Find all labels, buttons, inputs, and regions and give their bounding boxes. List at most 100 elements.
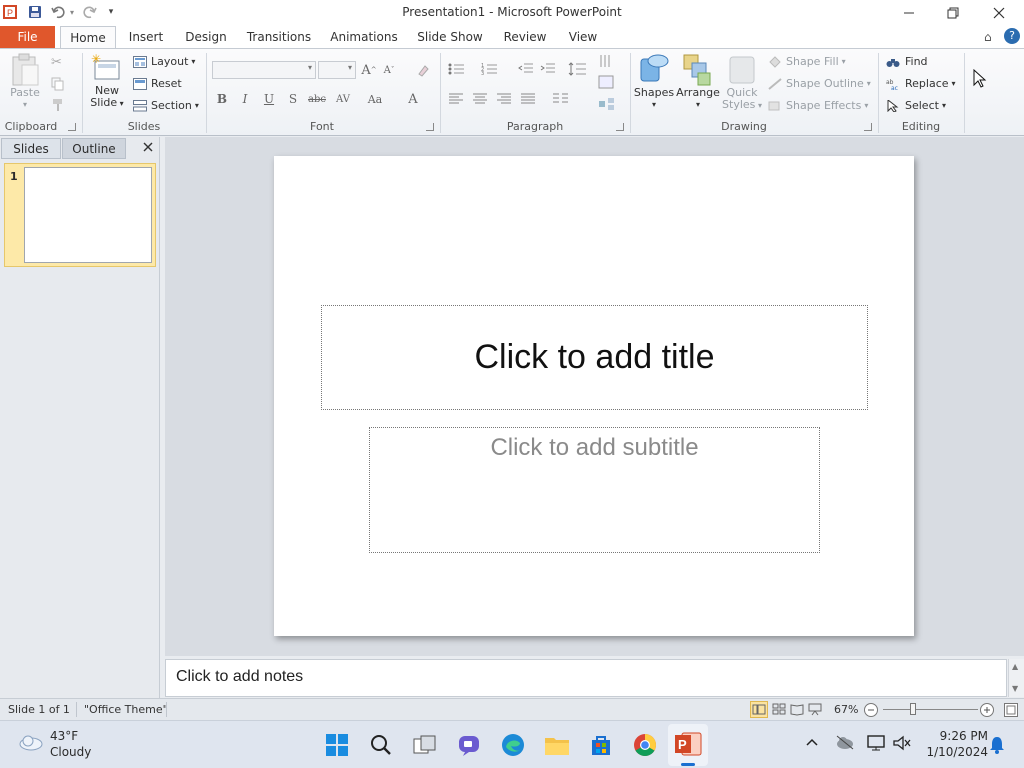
powerpoint-taskbar-button[interactable]: P [668,724,708,766]
text-direction-icon[interactable] [598,53,616,72]
shrink-font-button[interactable]: Aˇ [380,61,398,79]
numbering-icon[interactable]: 123 [481,63,499,78]
cloud-icon[interactable] [18,733,44,754]
tab-review[interactable]: Review [500,26,550,48]
decrease-indent-icon[interactable] [518,63,534,78]
underline-button[interactable]: U [260,90,278,108]
align-center-icon[interactable] [472,93,488,108]
theme-status[interactable]: "Office Theme" [84,703,168,716]
close-panel-icon[interactable] [141,140,155,157]
quick-styles-button[interactable]: Quick Styles ▾ [722,53,762,112]
zoom-slider-thumb[interactable] [910,703,917,715]
clock-date[interactable]: 1/10/2024 [922,745,988,759]
tab-slide-show[interactable]: Slide Show [414,26,486,48]
minimize-ribbon-icon[interactable]: ⌂ [984,30,992,44]
slide-sorter-icon[interactable] [772,702,786,719]
cut-icon[interactable]: ✂ [51,55,62,70]
reading-view-icon[interactable] [790,702,804,719]
tab-design[interactable]: Design [180,26,232,48]
text-shadow-button[interactable]: S [284,90,302,108]
weather-temp[interactable]: 43°F [50,729,78,743]
zoom-out-icon[interactable] [863,702,879,721]
minimize-icon[interactable] [886,0,932,26]
edge-icon[interactable] [499,731,527,759]
grow-font-button[interactable]: A ^ [360,61,378,79]
windows-start-icon[interactable] [323,731,351,759]
slide-canvas[interactable]: Click to add title Click to add subtitle [274,156,914,636]
smartart-icon[interactable] [598,97,616,114]
copy-icon[interactable] [51,77,65,94]
select-button[interactable]: Select ▾ [886,99,946,112]
section-button[interactable]: Section ▾ [133,99,199,112]
new-slide-button[interactable]: ✳ New Slide ▾ [86,53,128,110]
task-view-icon[interactable] [411,731,439,759]
tab-insert[interactable]: Insert [124,26,168,48]
character-spacing-button[interactable]: AV [332,90,354,108]
shape-outline-button[interactable]: Shape Outline ▾ [768,77,871,90]
drawing-launcher-icon[interactable] [864,123,872,131]
tab-transitions[interactable]: Transitions [244,26,314,48]
clear-formatting-icon[interactable] [414,61,432,79]
justify-icon[interactable] [520,93,536,108]
tab-view[interactable]: View [562,26,604,48]
volume-muted-icon[interactable] [892,734,912,755]
increase-indent-icon[interactable] [540,63,556,78]
clipboard-launcher-icon[interactable] [68,123,76,131]
replace-button[interactable]: ab ac Replace ▾ [886,77,956,90]
clock-time[interactable]: 9:26 PM [932,729,988,743]
tab-slides[interactable]: Slides [1,138,61,159]
font-color-button[interactable]: A [404,90,422,108]
zoom-in-icon[interactable] [979,702,995,721]
onedrive-icon[interactable] [835,734,855,753]
restore-icon[interactable] [930,0,976,26]
strikethrough-button[interactable]: abc [306,90,328,108]
bullets-icon[interactable] [448,63,466,78]
microsoft-store-icon[interactable] [587,731,615,759]
tab-animations[interactable]: Animations [328,26,400,48]
teams-chat-icon[interactable] [455,731,483,759]
paragraph-launcher-icon[interactable] [616,123,624,131]
notification-bell-icon[interactable] [988,735,1006,758]
help-icon[interactable]: ? [1004,28,1020,44]
network-icon[interactable] [866,734,886,755]
shape-effects-button[interactable]: Shape Effects ▾ [768,99,868,112]
chrome-icon[interactable] [631,731,659,759]
chevron-up-icon[interactable] [805,735,819,752]
scroll-down-icon[interactable]: ▼ [1012,684,1018,693]
subtitle-placeholder[interactable]: Click to add subtitle [369,427,820,553]
fit-to-window-icon[interactable] [1003,702,1019,721]
normal-view-icon[interactable] [750,701,768,718]
zoom-slider-track[interactable] [883,709,978,710]
notes-scrollbar[interactable]: ▲ ▼ [1008,659,1024,697]
columns-icon[interactable] [552,93,570,108]
notes-pane[interactable]: Click to add notes [165,659,1007,697]
find-button[interactable]: Find [886,55,928,68]
zoom-level[interactable]: 67% [834,703,858,716]
tab-outline[interactable]: Outline [62,138,126,159]
italic-button[interactable]: I [236,90,254,108]
font-size-combo[interactable]: ▾ [318,61,356,79]
shapes-button[interactable]: Shapes ▾ [634,53,674,111]
file-explorer-icon[interactable] [543,731,571,759]
reset-button[interactable]: Reset [133,77,182,90]
paste-button[interactable]: Paste ▾ [6,53,44,111]
line-spacing-icon[interactable] [568,62,588,79]
weather-desc[interactable]: Cloudy [50,745,91,759]
tab-file[interactable]: File [0,26,55,48]
layout-button[interactable]: Layout ▾ [133,55,195,68]
arrange-button[interactable]: Arrange ▾ [676,53,720,111]
slide-show-icon[interactable] [808,702,822,719]
font-launcher-icon[interactable] [426,123,434,131]
align-left-icon[interactable] [448,93,464,108]
change-case-button[interactable]: Aa [364,90,386,108]
shape-fill-button[interactable]: Shape Fill ▾ [768,55,846,68]
font-name-combo[interactable]: ▾ [212,61,316,79]
title-placeholder[interactable]: Click to add title [321,305,868,410]
search-icon[interactable] [367,731,395,759]
close-icon[interactable] [976,0,1022,26]
bold-button[interactable]: B [213,90,231,108]
align-right-icon[interactable] [496,93,512,108]
format-painter-icon[interactable] [51,98,65,115]
scroll-up-icon[interactable]: ▲ [1012,662,1018,671]
align-text-icon[interactable] [598,75,616,92]
